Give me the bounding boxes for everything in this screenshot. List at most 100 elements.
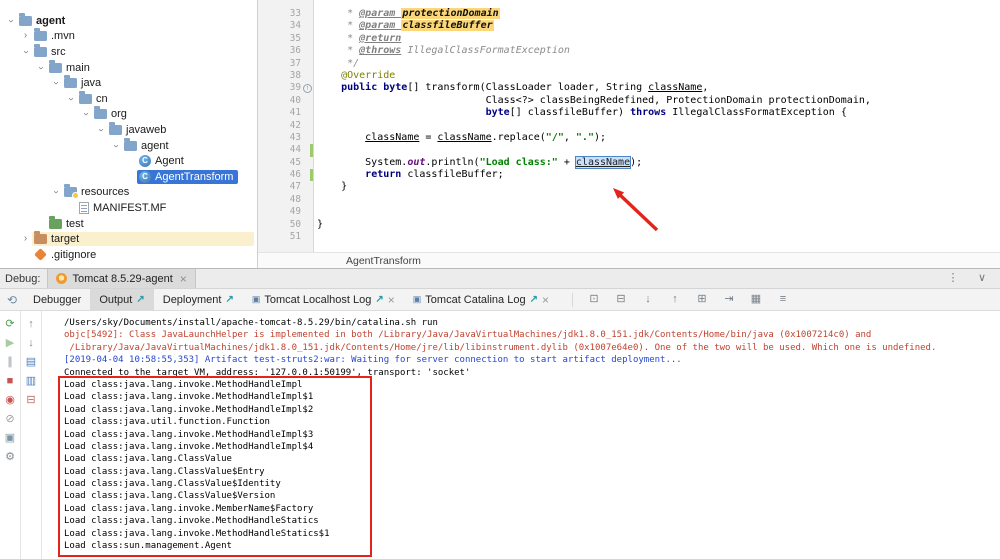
line-number[interactable]: 38	[290, 70, 301, 82]
chevron-expanded-icon[interactable]: ›	[51, 77, 61, 90]
code-line-48[interactable]	[317, 194, 1000, 206]
code-line-42[interactable]	[317, 120, 1000, 132]
code-line-46[interactable]: return classfileBuffer;	[317, 169, 1000, 181]
up-stack-icon[interactable]: ↑	[22, 315, 40, 334]
override-method-icon[interactable]: ↑	[303, 84, 312, 93]
code-line-38[interactable]: @Override	[317, 70, 1000, 82]
code-line-39[interactable]: public byte[] transform(ClassLoader load…	[317, 82, 1000, 94]
view-breakpoints-icon[interactable]: ◉	[1, 391, 19, 410]
scroll-up-icon[interactable]: ↑	[666, 290, 684, 309]
pause-icon[interactable]: ∥	[1, 353, 19, 372]
tree-item-target[interactable]: ›target	[0, 231, 257, 247]
tab-tomcat-catalina-log[interactable]: ▣Tomcat Catalina Log↗×	[404, 289, 558, 310]
code-line-33[interactable]: * @param protectionDomain	[317, 8, 1000, 20]
mute-breakpoints-icon[interactable]: ⊘	[1, 410, 19, 429]
rerun-icon[interactable]: ⟳	[1, 315, 19, 334]
tree-item-cn[interactable]: ›cn	[0, 91, 257, 107]
breadcrumb-item[interactable]: AgentTransform	[346, 255, 421, 267]
tree-item-main[interactable]: ›main	[0, 60, 257, 76]
more-icon[interactable]: ⋮	[944, 269, 962, 288]
code-line-50[interactable]: }	[317, 219, 1000, 231]
expand-all-icon[interactable]: ⊞	[693, 290, 711, 309]
code-line-41[interactable]: byte[] classfileBuffer) throws IllegalCl…	[317, 107, 1000, 119]
code-line-51[interactable]	[317, 231, 1000, 243]
tab-tomcat-localhost-log[interactable]: ▣Tomcat Localhost Log↗×	[243, 289, 404, 310]
restore-layout-icon[interactable]: ⊟	[612, 290, 630, 309]
editor-gutter[interactable]: 33343536373839↑404142434445464748495051	[258, 0, 314, 252]
line-number[interactable]: 45	[290, 157, 301, 169]
soft-wrap-icon[interactable]: ▥	[22, 372, 40, 391]
line-number[interactable]: 46	[290, 169, 301, 181]
tree-item-java[interactable]: ›java	[0, 75, 257, 91]
tree-item-mvn[interactable]: ›.mvn	[0, 29, 257, 45]
code-line-36[interactable]: * @throws IllegalClassFormatException	[317, 45, 1000, 57]
scroll-down-icon[interactable]: ↓	[639, 290, 657, 309]
resume-icon[interactable]: ▶	[1, 334, 19, 353]
chevron-expanded-icon[interactable]: ›	[21, 45, 31, 58]
hide-icon[interactable]: ∨	[973, 269, 991, 288]
console-view-icon[interactable]: ▤	[22, 353, 40, 372]
line-number[interactable]: 47	[290, 181, 301, 193]
tab-deployment[interactable]: Deployment↗	[154, 289, 243, 310]
code-line-37[interactable]: */	[317, 58, 1000, 70]
code-line-34[interactable]: * @param classfileBuffer	[317, 20, 1000, 32]
chevron-expanded-icon[interactable]: ›	[36, 61, 46, 74]
tree-item-src[interactable]: ›src	[0, 44, 257, 60]
code-line-45[interactable]: System.out.println("Load class:" + class…	[317, 157, 1000, 169]
settings-icon[interactable]: ⚙	[1, 448, 19, 467]
chevron-collapsed-icon[interactable]: ›	[19, 31, 32, 41]
line-number[interactable]: 42	[290, 120, 301, 132]
tree-item-agent[interactable]: ›agent	[0, 13, 257, 29]
code-line-35[interactable]: * @return	[317, 33, 1000, 45]
view-options-icon[interactable]: ≡	[774, 290, 792, 309]
code-line-43[interactable]: className = className.replace("/", ".");	[317, 132, 1000, 144]
tree-item-gitignore[interactable]: .gitignore	[0, 247, 257, 263]
tree-item-resources[interactable]: ›resources	[0, 185, 257, 201]
line-number[interactable]: 51	[290, 231, 301, 243]
tree-item-agent[interactable]: CAgent	[0, 153, 257, 169]
line-number[interactable]: 49	[290, 206, 301, 218]
tab-debugger[interactable]: Debugger	[24, 289, 90, 310]
line-number[interactable]: 34	[290, 20, 301, 32]
line-number[interactable]: 48	[290, 194, 301, 206]
down-stack-icon[interactable]: ↓	[22, 334, 40, 353]
pin-tab-icon[interactable]: ⊡	[585, 290, 603, 309]
line-number[interactable]: 39	[290, 82, 301, 94]
debug-session-tab[interactable]: Tomcat 8.5.29-agent ×	[47, 269, 195, 288]
line-number[interactable]: 37	[290, 58, 301, 70]
chevron-collapsed-icon[interactable]: ›	[19, 234, 32, 244]
clear-all-icon[interactable]: ⊟	[22, 391, 40, 410]
tree-item-test[interactable]: test	[0, 216, 257, 232]
chevron-expanded-icon[interactable]: ›	[81, 108, 91, 121]
code-line-49[interactable]	[317, 206, 1000, 218]
line-number[interactable]: 33	[290, 8, 301, 20]
close-icon[interactable]: ×	[180, 273, 187, 285]
chevron-expanded-icon[interactable]: ›	[66, 92, 76, 105]
close-icon[interactable]: ×	[542, 294, 549, 306]
tree-item-javaweb[interactable]: ›javaweb	[0, 122, 257, 138]
line-number[interactable]: 36	[290, 45, 301, 57]
restart-server-icon[interactable]: ⟲	[0, 293, 24, 307]
code-editor[interactable]: * @param protectionDomain * @param class…	[315, 0, 1000, 252]
chevron-expanded-icon[interactable]: ›	[6, 14, 16, 27]
line-number[interactable]: 44	[290, 144, 301, 156]
line-number[interactable]: 50	[290, 219, 301, 231]
console-output[interactable]: /Users/sky/Documents/install/apache-tomc…	[42, 311, 1000, 559]
thread-dump-icon[interactable]: ▣	[1, 429, 19, 448]
tree-item-agent[interactable]: ›agent	[0, 138, 257, 154]
tab-output[interactable]: Output↗	[90, 289, 153, 310]
code-line-44[interactable]	[317, 144, 1000, 156]
chevron-expanded-icon[interactable]: ›	[51, 186, 61, 199]
line-number[interactable]: 35	[290, 33, 301, 45]
close-icon[interactable]: ×	[388, 294, 395, 306]
code-line-40[interactable]: Class<?> classBeingRedefined, Protection…	[317, 95, 1000, 107]
tree-item-manifest-mf[interactable]: MANIFEST.MF	[0, 200, 257, 216]
scroll-to-end-icon[interactable]: ⇥	[720, 290, 738, 309]
line-number[interactable]: 40	[290, 95, 301, 107]
code-line-47[interactable]: }	[317, 181, 1000, 193]
line-number[interactable]: 43	[290, 132, 301, 144]
tree-item-org[interactable]: ›org	[0, 107, 257, 123]
tree-item-agenttransform[interactable]: CAgentTransform	[0, 169, 257, 185]
chevron-expanded-icon[interactable]: ›	[111, 139, 121, 152]
print-icon[interactable]: ▦	[747, 290, 765, 309]
